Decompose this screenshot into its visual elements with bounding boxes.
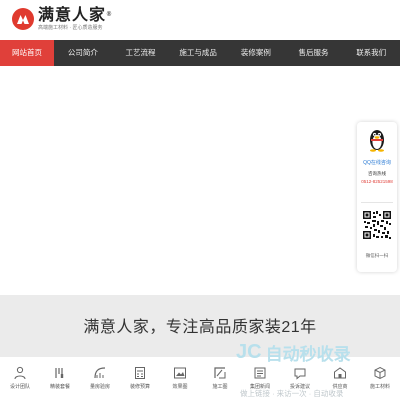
complaint-icon: [294, 368, 306, 380]
service-label: 量房验房: [89, 384, 110, 390]
qr-label: 微信扫一扫: [365, 253, 389, 258]
supplier-icon: [334, 367, 346, 379]
hotline-label: 咨询热线: [368, 171, 386, 176]
service-item-renderings[interactable]: 效果图: [160, 362, 200, 400]
news-icon: [254, 367, 266, 379]
qq-consult-link[interactable]: QQ在线咨询 咨询热线 0512-82521598: [357, 126, 397, 184]
qq-label: QQ在线咨询: [363, 160, 391, 166]
service-label: 施工材料: [369, 384, 390, 390]
nav-item-process[interactable]: 工艺流程: [112, 40, 170, 66]
service-label: 效果图: [172, 384, 188, 390]
panel-divider: [361, 202, 393, 203]
watermark-subtext: 做上链接 · 来访一次 · 自动收录: [240, 389, 344, 398]
qq-penguin-icon: [370, 130, 384, 152]
watermark-logo: JC 自动秒收录: [236, 340, 351, 365]
service-label: 精装套餐: [49, 384, 70, 390]
material-icon: [374, 366, 386, 380]
header: 满意人家® 高端施工材料 · 匠心质造服务: [0, 0, 400, 40]
blueprint-icon: [214, 367, 226, 379]
contact-float-panel: QQ在线咨询 咨询热线 0512-82521598 微信扫一扫: [357, 122, 397, 272]
calculator-icon: [135, 367, 145, 379]
service-label: 设计团队: [9, 384, 30, 390]
nav-item-contact[interactable]: 联系我们: [342, 40, 400, 66]
banner-title: 满意人家，专注高品质家装21年: [83, 319, 317, 336]
nav-item-home[interactable]: 网站首页: [0, 40, 54, 66]
wechat-qr-code-icon: [362, 210, 392, 240]
watermark-mark: JC: [236, 341, 262, 363]
nav-item-cases[interactable]: 装修案例: [227, 40, 285, 66]
picture-icon: [174, 367, 186, 379]
watermark-text: 自动秒收录: [265, 345, 351, 364]
nav-item-after-sales[interactable]: 售后服务: [285, 40, 343, 66]
hotline-number[interactable]: 0512-82521598: [357, 179, 397, 184]
logo-mark-icon: [12, 8, 34, 30]
user-team-icon: [14, 366, 26, 380]
nav-item-about[interactable]: 公司简介: [54, 40, 112, 66]
service-item-design-team[interactable]: 设计团队: [0, 362, 40, 400]
ruler-icon: [94, 367, 106, 379]
brand-logo[interactable]: 满意人家® 高端施工材料 · 匠心质造服务: [12, 7, 113, 31]
brand-name: 满意人家®: [38, 5, 114, 24]
service-item-materials[interactable]: 施工材料: [360, 362, 400, 400]
service-item-measure[interactable]: 量房验房: [80, 362, 120, 400]
main-nav: 网站首页 公司简介 工艺流程 施工与成品 装修案例 售后服务 联系我们: [0, 40, 400, 66]
tools-icon: [55, 368, 64, 378]
service-label: 装修预算: [129, 384, 150, 390]
service-item-blueprint[interactable]: 施工图: [200, 362, 240, 400]
service-label: 施工图: [212, 384, 228, 390]
service-item-budget[interactable]: 装修预算: [120, 362, 160, 400]
nav-item-construction[interactable]: 施工与成品: [169, 40, 227, 66]
service-item-package[interactable]: 精装套餐: [40, 362, 80, 400]
brand-slogan: 高端施工材料 · 匠心质造服务: [38, 25, 103, 31]
